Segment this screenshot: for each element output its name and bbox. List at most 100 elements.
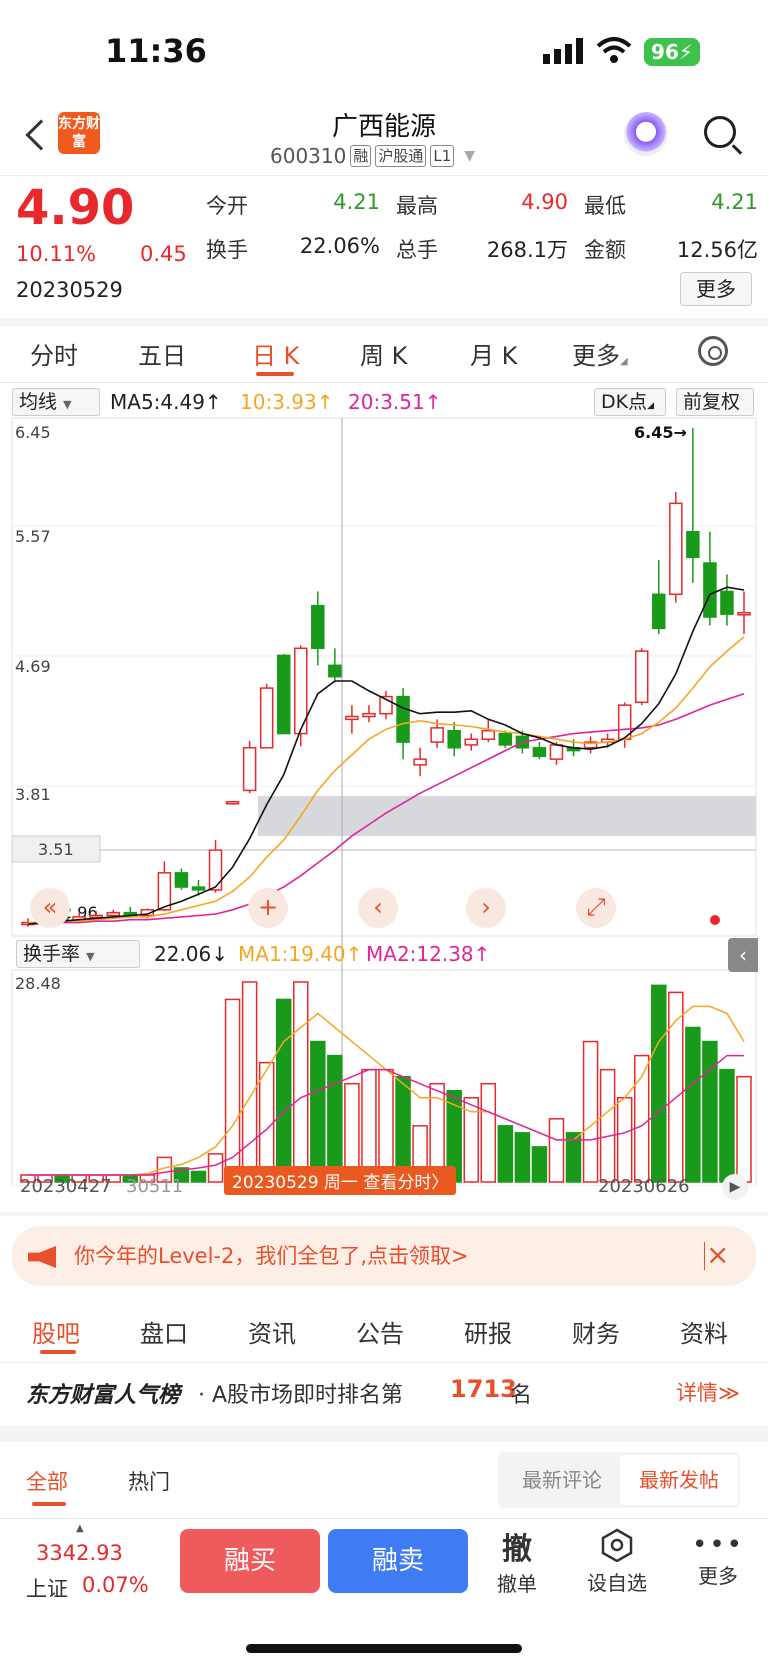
indicator-dropdown[interactable]: 均线 ▼ (12, 388, 100, 416)
close-icon[interactable]: × (706, 1238, 729, 1271)
open-value: 4.21 (333, 190, 380, 214)
turnover-bar (685, 1026, 701, 1183)
corner-caret-icon: ◢ (620, 356, 628, 367)
banner-separator (704, 1242, 705, 1270)
settings-gear-icon[interactable] (698, 336, 728, 366)
dk-point-toggle[interactable]: DK点◢ (594, 388, 666, 416)
corner-caret-icon: ◢ (647, 401, 655, 411)
sort-latest-post[interactable]: 最新发帖 (620, 1455, 738, 1505)
kline-chart[interactable]: 6.45 5.57 4.69 3.81 3.51 2.96 6.45→ (0, 416, 768, 1186)
turnover-ma1: MA1:19.40↑ (238, 942, 363, 966)
zoom-in-icon[interactable]: + (248, 888, 288, 928)
subtab-notices[interactable]: 公告 (356, 1314, 404, 1349)
date-callout[interactable]: 20230529 周一 查看分时〉 (224, 1166, 457, 1195)
turnover-label: 换手 (206, 238, 248, 262)
indicator-dropdown-label: 均线 (19, 391, 58, 413)
margin-sell-button[interactable]: 融卖 (328, 1529, 468, 1593)
dropdown-triangle-icon: ▼ (86, 950, 95, 963)
candle-body (362, 712, 376, 718)
divider (0, 1212, 768, 1216)
turnover-bar (327, 1054, 343, 1183)
sub-indicator-dropdown[interactable]: 换手率 ▼ (16, 940, 140, 968)
y-label-2: 5.57 (15, 527, 51, 546)
change-percent: 10.11% (16, 242, 97, 266)
watchlist-hexagon-icon (601, 1528, 633, 1563)
tab-weekly-k[interactable]: 周 K (360, 336, 407, 371)
prev-icon[interactable]: ‹ (358, 888, 398, 928)
feed-tab-all[interactable]: 全部 (26, 1466, 68, 1496)
subtab-finance[interactable]: 财务 (572, 1314, 620, 1349)
turnover-ma2: MA2:12.38↑ (366, 942, 491, 966)
turnover-bar (241, 981, 258, 1183)
turnover-bar (224, 998, 241, 1183)
adjust-mode-button[interactable]: 前复权 (676, 388, 754, 416)
subtab-pankou[interactable]: 盘口 (140, 1314, 188, 1349)
stock-header: 东方财富 广西能源 600310 融 沪股通 L1 ▼ (0, 100, 768, 176)
tab-monthly-k[interactable]: 月 K (470, 336, 517, 371)
turnover-bar (651, 984, 667, 1183)
sort-latest-comment[interactable]: 最新评论 (506, 1455, 618, 1505)
candle-body (174, 872, 189, 888)
low-value: 4.21 (711, 190, 758, 214)
divider (0, 318, 768, 326)
cancel-order-button[interactable]: 撤 撤单 (477, 1524, 557, 1597)
more-label: 更多 (698, 1564, 738, 1588)
turnover-bar (719, 1068, 735, 1183)
turnover-bar (633, 1054, 650, 1183)
change-amount: 0.45 (140, 242, 187, 266)
quote-more-button[interactable]: 更多 (680, 272, 752, 306)
subtab-news[interactable]: 资讯 (248, 1314, 296, 1349)
index-value: 3342.93 (36, 1541, 123, 1565)
signal-dot-icon (710, 915, 720, 925)
candle-body (430, 727, 444, 743)
fast-back-icon[interactable]: « (30, 888, 70, 928)
popularity-rank-row[interactable]: 东方财富人气榜 · A股市场即时排名第 1713 名 详情≫ (0, 1362, 768, 1422)
add-watchlist-button[interactable]: 设自选 (577, 1528, 657, 1596)
level-tag: L1 (430, 145, 455, 167)
candle-body (737, 612, 751, 616)
home-indicator (246, 1644, 522, 1653)
candle-body (259, 687, 274, 749)
assistant-robot-icon[interactable] (624, 112, 668, 156)
collapse-arrow-icon[interactable]: ‹ (728, 938, 758, 972)
candle-body (652, 593, 666, 630)
candle-body (481, 729, 496, 740)
candle-body (106, 911, 120, 917)
ma-legend-row: 均线 ▼ MA5:4.49↑ 10:3.93↑ 20:3.51↑ DK点◢ 前复… (0, 388, 768, 418)
rank-detail-link[interactable]: 详情≫ (676, 1377, 740, 1407)
wifi-icon (596, 37, 632, 63)
scroll-right-icon[interactable]: ▶ (722, 1174, 748, 1200)
candle-body (549, 744, 564, 760)
low-label: 最低 (584, 194, 626, 218)
active-feed-underline (32, 1502, 66, 1506)
battery-icon: 96⚡ (644, 38, 700, 66)
search-icon[interactable] (704, 116, 736, 148)
tab-daily-k[interactable]: 日 K (252, 336, 299, 371)
turnover-max-label: 28.48 (15, 974, 61, 993)
candle-body (191, 886, 206, 891)
margin-buy-button[interactable]: 融买 (180, 1529, 320, 1593)
volume-value: 268.1万 (486, 238, 568, 262)
candle-body (703, 562, 717, 618)
index-pct: 0.07% (82, 1573, 149, 1597)
quote-date: 20230529 (16, 278, 123, 302)
more-button[interactable]: ••• 更多 (678, 1530, 758, 1589)
feed-tab-hot[interactable]: 热门 (128, 1466, 170, 1496)
rank-text: · A股市场即时排名第 (198, 1383, 404, 1408)
subtab-guba[interactable]: 股吧 (32, 1314, 80, 1349)
status-time: 11:36 (105, 32, 207, 70)
candle-body (345, 715, 359, 721)
subtab-profile[interactable]: 资料 (680, 1314, 728, 1349)
signal-icon (543, 38, 583, 64)
turnover-legend-row: 换手率 ▼ 22.06↓ MA1:19.40↑ MA2:12.38↑ ‹ (0, 938, 768, 972)
candle-body (276, 654, 291, 735)
tab-five-day[interactable]: 五日 (138, 336, 186, 371)
add-watchlist-label: 设自选 (587, 1571, 647, 1595)
tab-more[interactable]: 更多◢ (572, 336, 628, 371)
tab-intraday[interactable]: 分时 (30, 336, 78, 371)
next-icon[interactable]: › (466, 888, 506, 928)
fullscreen-icon[interactable]: ⤢ (576, 888, 616, 928)
dropdown-caret-icon[interactable]: ▼ (464, 148, 475, 164)
level2-banner[interactable]: 你今年的Level-2，我们全包了,点击领取> (12, 1226, 756, 1286)
subtab-research[interactable]: 研报 (464, 1314, 512, 1349)
